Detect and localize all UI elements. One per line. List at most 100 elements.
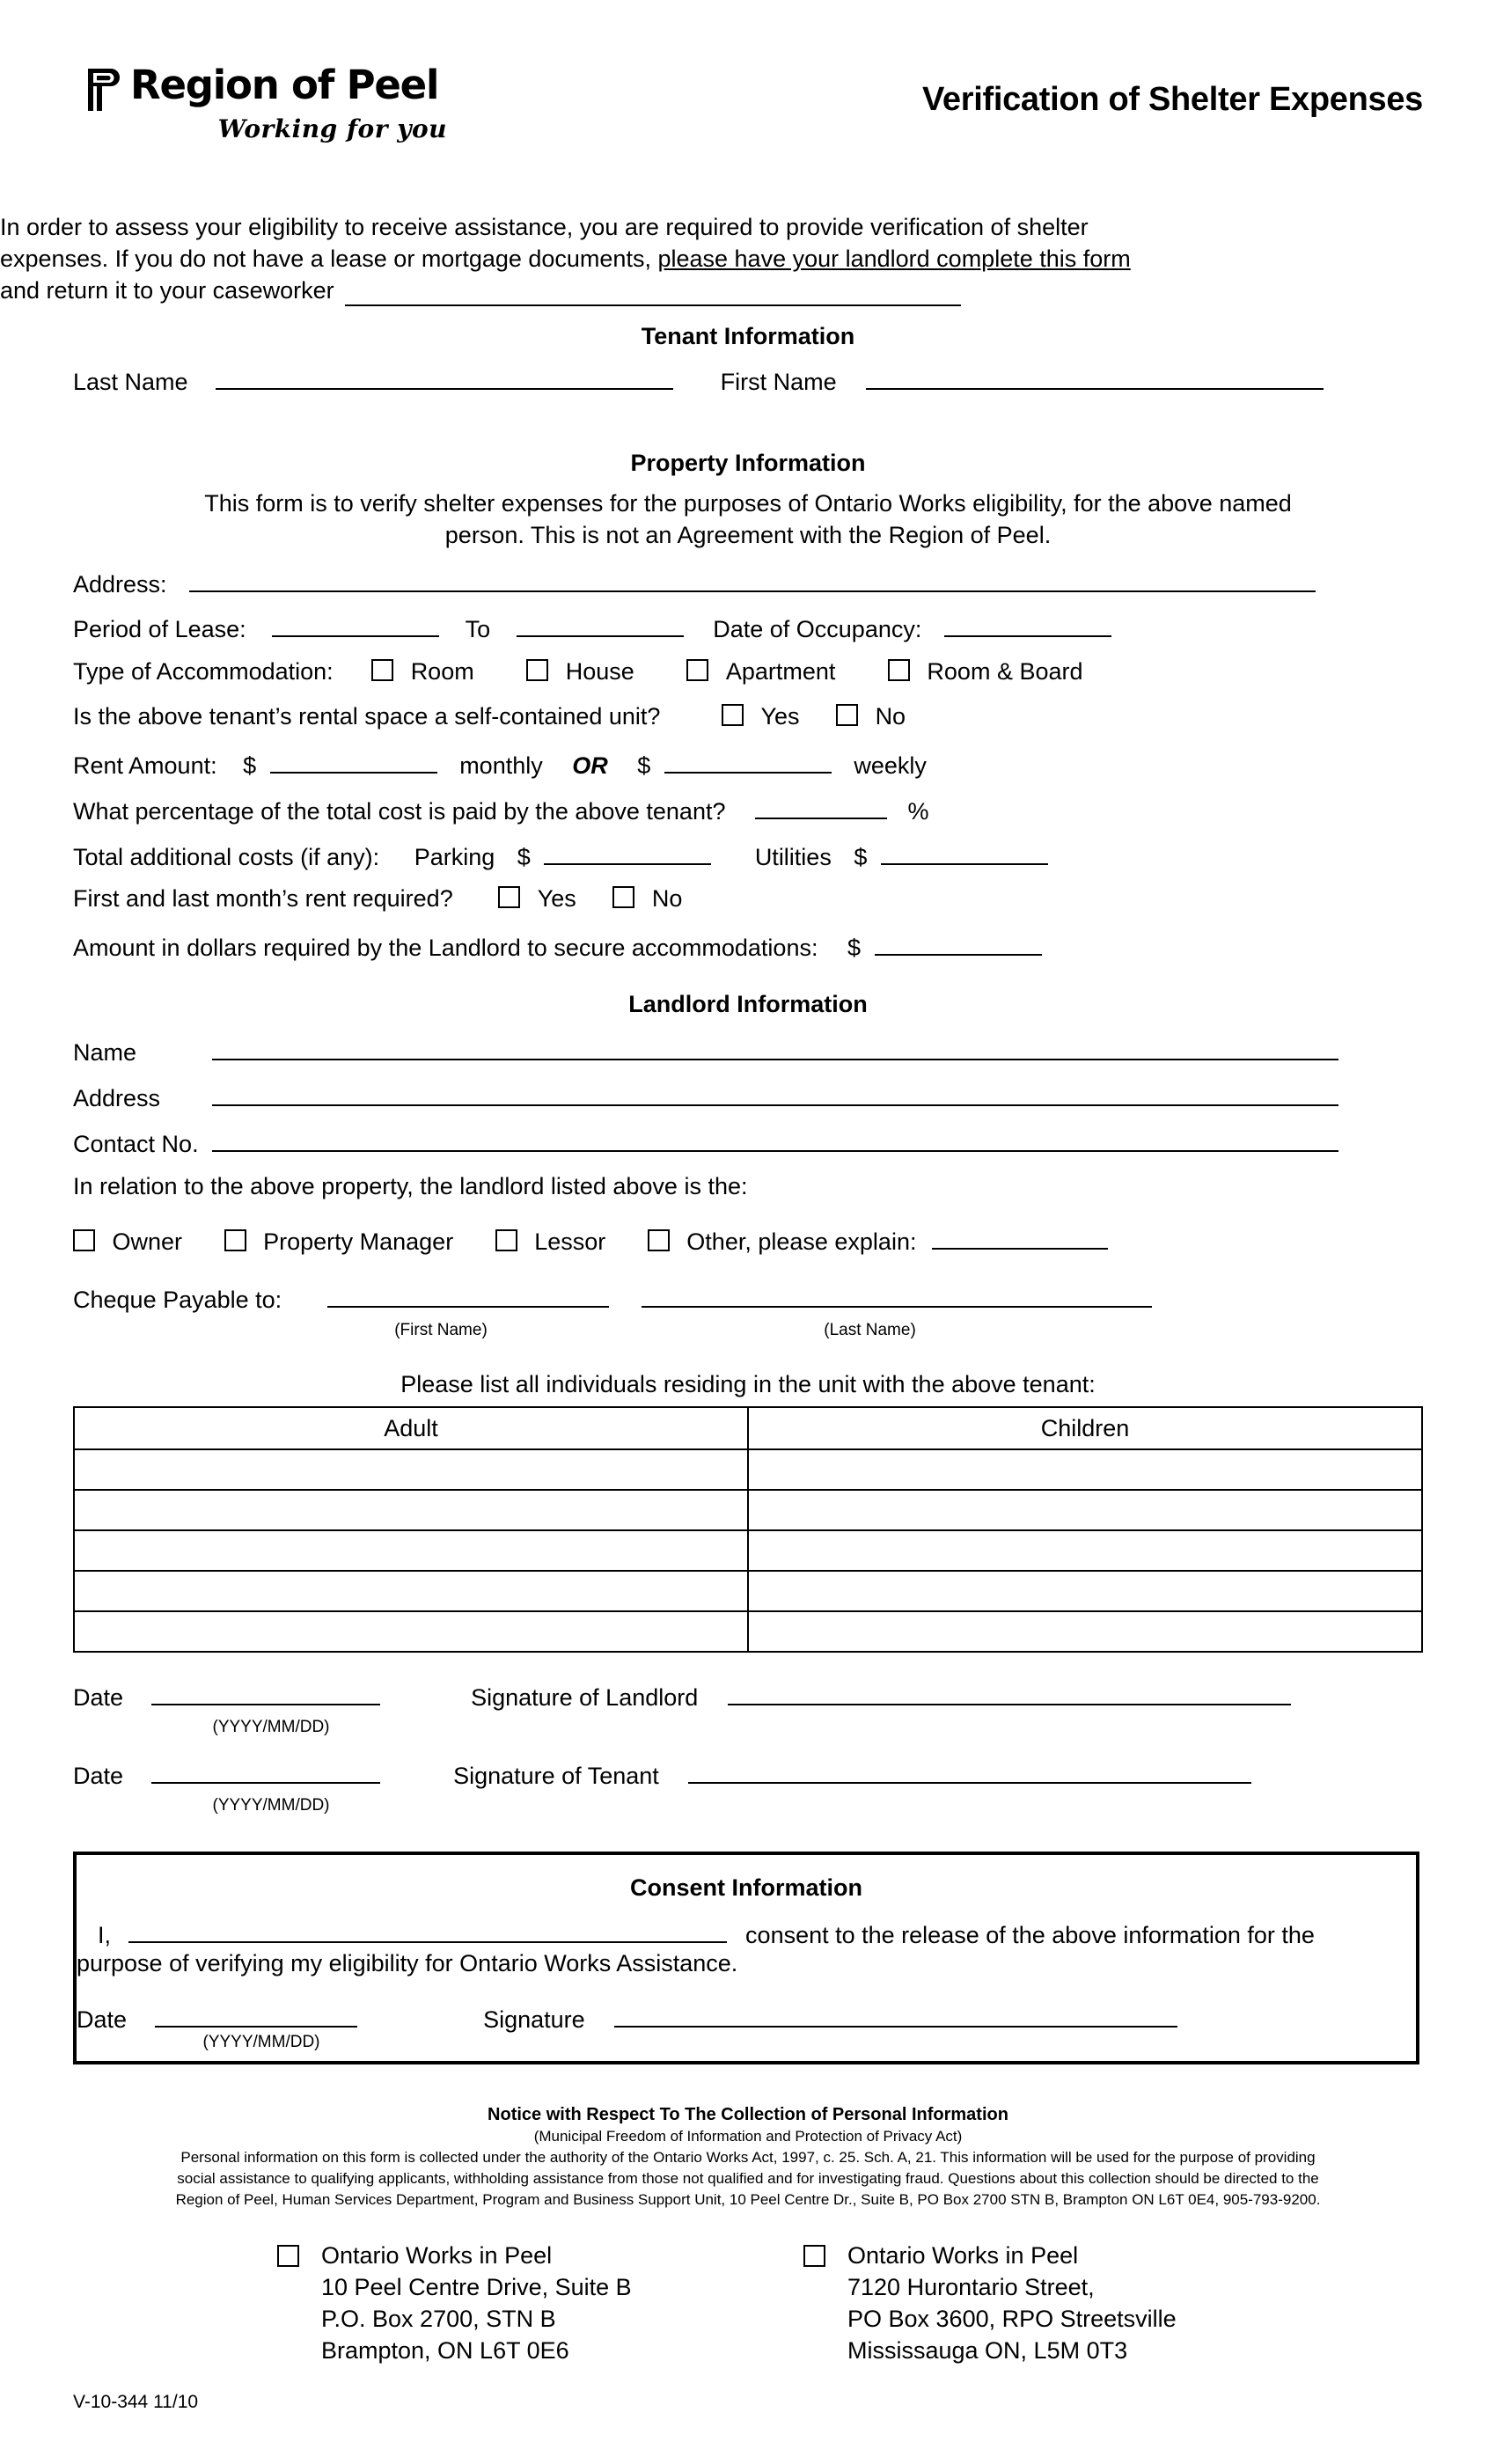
tenant-signature-row: Date Signature of Tenant — [73, 1759, 1423, 1791]
rent-weekly-input[interactable] — [664, 749, 832, 774]
self-contained-row: Is the above tenant’s rental space a sel… — [73, 703, 1423, 735]
checkbox-self-contained-yes[interactable] — [721, 704, 744, 726]
consent-name-input[interactable] — [128, 1918, 727, 1943]
landlord-date-input[interactable] — [150, 1681, 380, 1705]
landlord-relation-question: In relation to the above property, the l… — [73, 1173, 748, 1199]
property-address-input[interactable] — [189, 568, 1316, 592]
cell-children[interactable] — [747, 1489, 1423, 1531]
percentage-question: What percentage of the total cost is pai… — [73, 798, 726, 825]
landlord-signature-input[interactable] — [727, 1681, 1291, 1705]
logo-tagline: Working for you — [217, 114, 447, 143]
currency-symbol-utilities: $ — [854, 844, 868, 870]
checkbox-other[interactable] — [647, 1229, 670, 1251]
intro-line-2-underlined: please have your landlord complete this … — [657, 246, 1131, 272]
tenant-signature-input[interactable] — [688, 1759, 1252, 1784]
checkbox-room-and-board[interactable] — [887, 659, 910, 681]
relation-option-property-manager: Property Manager — [263, 1228, 454, 1255]
consent-signature-label: Signature — [483, 2006, 585, 2033]
lease-period-row: Period of Lease: To Date of Occupancy: — [73, 612, 1423, 644]
consent-statement-line-2: purpose of verifying my eligibility for … — [77, 1950, 738, 1976]
landlord-name-input[interactable] — [211, 1036, 1338, 1060]
consent-section-heading: Consent Information — [630, 1874, 862, 1901]
checkbox-owner[interactable] — [73, 1229, 95, 1251]
cell-adult[interactable] — [73, 1448, 749, 1491]
checkbox-first-last-no[interactable] — [612, 886, 635, 908]
checkbox-first-last-yes[interactable] — [498, 886, 521, 908]
cheque-last-name-caption: (Last Name) — [824, 1321, 916, 1339]
self-contained-question: Is the above tenant’s rental space a sel… — [73, 703, 661, 730]
table-row — [73, 1610, 1423, 1653]
landlord-date-format-caption: (YYYY/MM/DD) — [212, 1718, 330, 1736]
cell-adult[interactable] — [73, 1489, 749, 1531]
secure-accommodations-input[interactable] — [874, 931, 1042, 956]
caseworker-input[interactable] — [344, 283, 961, 306]
cell-adult[interactable] — [73, 1570, 749, 1612]
cell-children[interactable] — [747, 1448, 1423, 1491]
landlord-address-input[interactable] — [211, 1082, 1338, 1106]
first-last-rent-row: First and last month’s rent required? Ye… — [73, 885, 1423, 917]
checkbox-self-contained-no[interactable] — [836, 704, 859, 726]
table-row — [73, 1448, 1423, 1491]
checkbox-office-brampton[interactable] — [277, 2245, 299, 2267]
property-section-heading: Property Information — [630, 450, 866, 476]
intro-line-2a: expenses. If you do not have a lease or … — [0, 246, 658, 272]
period-from-input[interactable] — [272, 612, 440, 637]
first-name-input[interactable] — [866, 365, 1324, 390]
consent-text-after-name: consent to the release of the above info… — [745, 1922, 1315, 1948]
utilities-input[interactable] — [880, 840, 1048, 865]
checkbox-apartment[interactable] — [686, 659, 709, 681]
landlord-address-row: Address — [73, 1082, 1423, 1113]
cell-children[interactable] — [747, 1529, 1423, 1572]
notice-body-line-3: Region of Peel, Human Services Departmen… — [175, 2191, 1321, 2208]
accommodation-type-row: Type of Accommodation: Room House Apartm… — [73, 658, 1423, 690]
cheque-payable-row: Cheque Payable to: — [73, 1283, 1423, 1315]
consent-date-format-caption: (YYYY/MM/DD) — [202, 2033, 320, 2051]
landlord-signature-row: Date Signature of Landlord — [73, 1681, 1423, 1712]
rent-monthly-input[interactable] — [269, 749, 437, 774]
consent-date-input[interactable] — [154, 2003, 357, 2028]
parking-input[interactable] — [544, 840, 712, 865]
percentage-row: What percentage of the total cost is pai… — [73, 795, 1423, 826]
secure-accommodations-label: Amount in dollars required by the Landlo… — [73, 935, 818, 961]
cell-children[interactable] — [747, 1570, 1423, 1612]
cheque-first-name-input[interactable] — [326, 1283, 609, 1308]
period-of-lease-label: Period of Lease: — [73, 616, 246, 642]
consent-information-box: Consent Information I, consent to the re… — [73, 1852, 1419, 2064]
checkbox-office-mississauga[interactable] — [803, 2245, 825, 2267]
column-header-children: Children — [747, 1406, 1423, 1450]
cheque-last-name-input[interactable] — [642, 1283, 1153, 1308]
percentage-input[interactable] — [755, 795, 888, 819]
last-name-input[interactable] — [216, 365, 674, 390]
checkbox-room[interactable] — [371, 659, 394, 681]
page-header: Region of Peel Working for you Verificat… — [73, 63, 1423, 160]
tenant-date-input[interactable] — [150, 1759, 380, 1784]
page-title: Verification of Shelter Expenses — [921, 81, 1423, 118]
cell-adult[interactable] — [73, 1610, 749, 1653]
currency-symbol-monthly: $ — [243, 752, 257, 779]
privacy-notice: Notice with Respect To The Collection of… — [73, 2103, 1423, 2211]
consent-signature-input[interactable] — [614, 2003, 1178, 2028]
date-of-occupancy-input[interactable] — [943, 612, 1111, 637]
relation-other-input[interactable] — [931, 1225, 1108, 1250]
first-name-label: First Name — [720, 369, 837, 395]
parking-label: Parking — [414, 844, 495, 870]
checkbox-lessor[interactable] — [495, 1229, 517, 1251]
currency-symbol-parking: $ — [517, 844, 531, 870]
currency-symbol-secure: $ — [847, 935, 862, 961]
office-brampton-line-2: P.O. Box 2700, STN B — [321, 2306, 556, 2332]
office-brampton-name: Ontario Works in Peel — [321, 2242, 553, 2269]
rent-amount-row: Rent Amount: $ monthly OR $ weekly — [73, 749, 1423, 781]
landlord-signature-label: Signature of Landlord — [471, 1684, 699, 1711]
date-of-occupancy-label: Date of Occupancy: — [713, 616, 922, 642]
landlord-contact-input[interactable] — [211, 1127, 1338, 1152]
utilities-label: Utilities — [754, 844, 832, 870]
first-last-rent-question: First and last month’s rent required? — [73, 885, 453, 912]
period-to-input[interactable] — [516, 612, 684, 637]
table-row — [73, 1489, 1423, 1531]
cell-adult[interactable] — [73, 1529, 749, 1572]
landlord-name-row: Name — [73, 1036, 1423, 1067]
checkbox-property-manager[interactable] — [224, 1229, 246, 1251]
cell-children[interactable] — [747, 1610, 1423, 1653]
checkbox-house[interactable] — [526, 659, 549, 681]
accommodation-type-label: Type of Accommodation: — [73, 658, 334, 685]
